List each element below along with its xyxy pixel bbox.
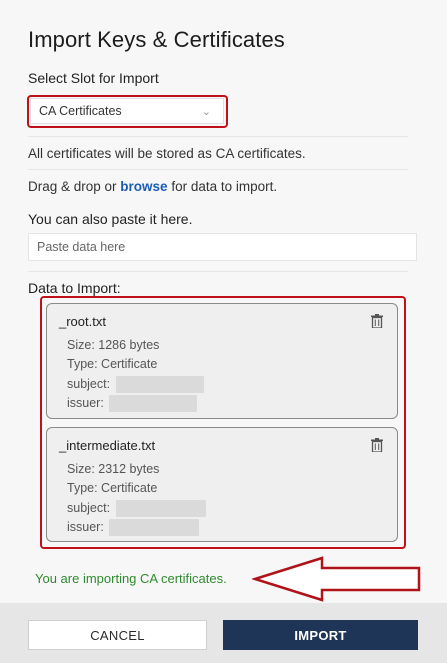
import-button[interactable]: IMPORT [223, 620, 418, 650]
arrow-left-annotation [252, 556, 421, 602]
trash-icon[interactable] [371, 314, 383, 328]
drag-text-prefix: Drag & drop or [28, 179, 121, 194]
status-message: You are importing CA certificates. [35, 571, 227, 586]
cancel-button[interactable]: CANCEL [28, 620, 207, 650]
paste-input[interactable] [28, 233, 417, 261]
file-subject: subject: [67, 376, 204, 393]
divider [28, 136, 408, 137]
divider [28, 271, 408, 272]
file-issuer: issuer: [67, 519, 200, 536]
data-to-import-label: Data to Import: [28, 280, 121, 296]
file-card: _root.txt Size: 1286 bytes Type: Certifi… [46, 303, 398, 419]
file-name: _intermediate.txt [59, 438, 156, 453]
dialog-footer: CANCEL IMPORT [0, 603, 447, 663]
redacted-value [115, 376, 204, 393]
divider [28, 169, 408, 170]
redacted-value [109, 519, 200, 536]
file-type: Type: Certificate [67, 357, 158, 371]
drag-text-suffix: for data to import. [167, 179, 278, 194]
redacted-value [115, 500, 206, 517]
redacted-value [109, 395, 198, 412]
file-size: Size: 2312 bytes [67, 462, 160, 476]
slot-select[interactable]: CA Certificates ⌄ [30, 98, 224, 124]
slot-label: Select Slot for Import [28, 70, 159, 86]
paste-label: You can also paste it here. [28, 211, 193, 227]
chevron-down-icon: ⌄ [201, 106, 211, 118]
file-subject: subject: [67, 500, 206, 517]
file-card: _intermediate.txt Size: 2312 bytes Type:… [46, 427, 398, 542]
file-type: Type: Certificate [67, 481, 158, 495]
file-issuer: issuer: [67, 395, 198, 412]
import-dialog: Import Keys & Certificates Select Slot f… [0, 0, 447, 663]
slot-select-value: CA Certificates [39, 104, 122, 118]
dialog-title: Import Keys & Certificates [28, 27, 285, 52]
file-name: _root.txt [59, 314, 106, 329]
drag-drop-text: Drag & drop or browse for data to import… [28, 179, 277, 194]
subject-label: subject: [67, 500, 111, 515]
trash-icon[interactable] [371, 438, 383, 452]
browse-link[interactable]: browse [120, 179, 167, 194]
file-size: Size: 1286 bytes [67, 338, 160, 352]
subject-label: subject: [67, 376, 111, 391]
issuer-label: issuer: [67, 395, 104, 410]
issuer-label: issuer: [67, 519, 104, 534]
info-text: All certificates will be stored as CA ce… [28, 146, 306, 161]
